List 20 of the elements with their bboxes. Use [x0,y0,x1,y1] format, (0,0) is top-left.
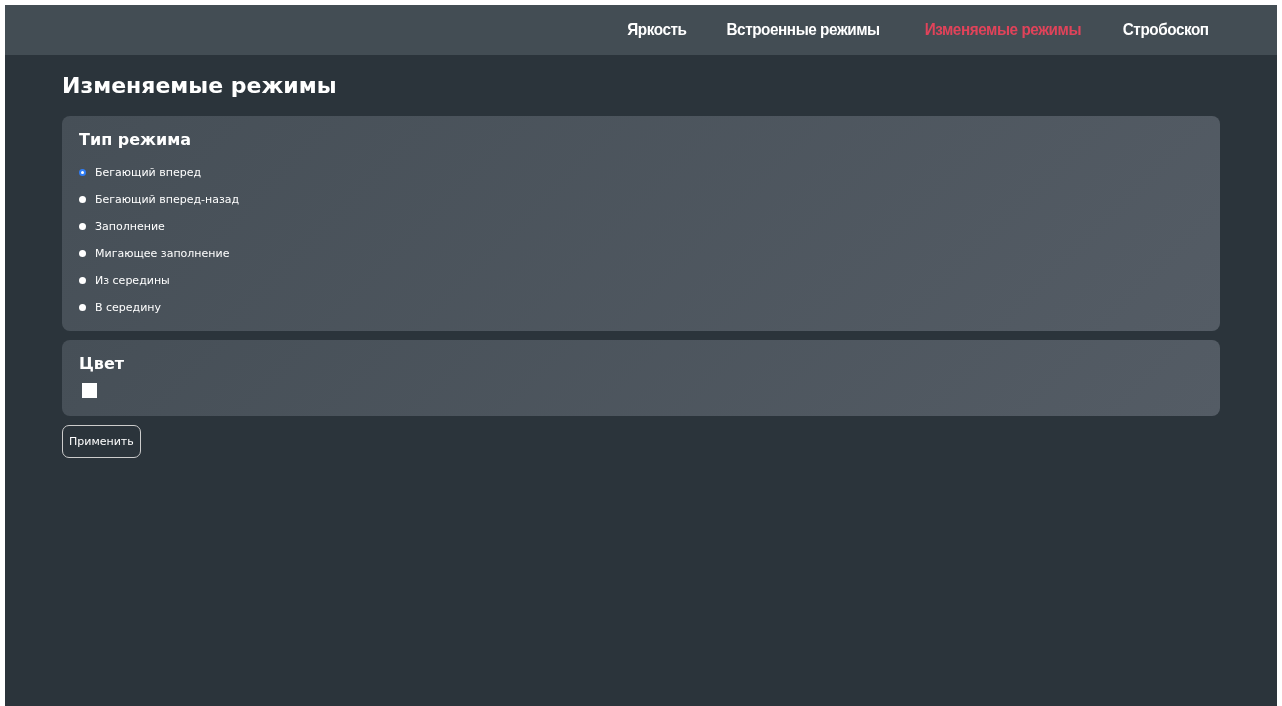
nav-tab[interactable]: Стробоскоп [1109,20,1221,40]
radio-button[interactable] [79,223,86,230]
radio-label[interactable]: В середину [95,301,162,314]
radio-button[interactable] [79,304,86,311]
nav-tab[interactable]: Яркость [614,20,699,40]
radio-label[interactable]: Из середины [95,274,170,287]
radio-label[interactable]: Мигающее заполнение [95,247,230,260]
radio-button[interactable] [79,277,86,284]
apply-button[interactable]: Применить [62,425,141,458]
radio-button[interactable] [79,250,86,257]
page-title: Изменяемые режимы [62,73,338,98]
radio-button[interactable] [79,196,86,203]
card-title: Тип режима [79,130,193,149]
nav-tab[interactable]: Встроенные режимы [713,20,892,40]
card-title: Цвет [79,354,126,373]
radio-button[interactable] [79,169,86,176]
radio-label[interactable]: Заполнение [95,220,165,233]
radio-label[interactable]: Бегающий вперед [95,166,202,179]
radio-label[interactable]: Бегающий вперед-назад [95,193,240,206]
color-swatch[interactable] [82,383,97,398]
